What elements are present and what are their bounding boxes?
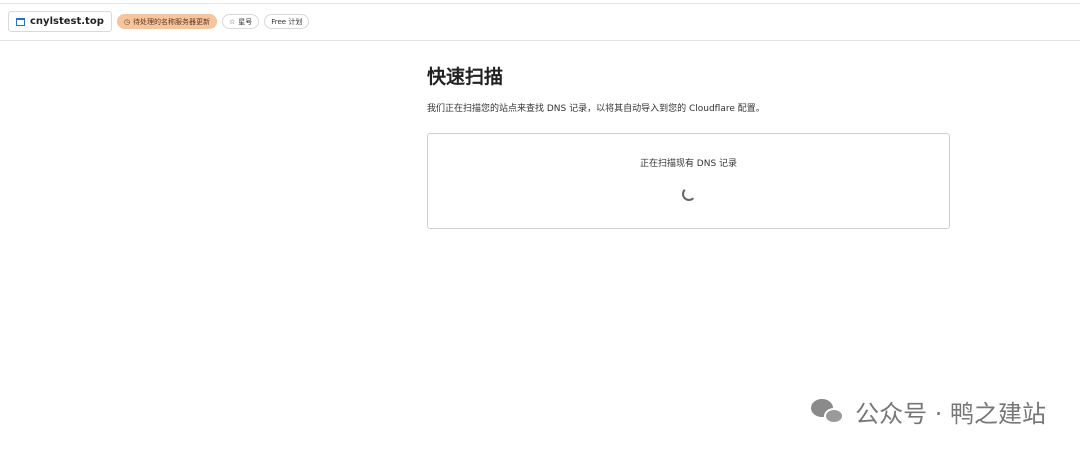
- page-title: 快速扫描: [427, 66, 504, 88]
- page-description: 我们正在扫描您的站点来查找 DNS 记录，以将其自动导入到您的 Cloudfla…: [427, 104, 765, 114]
- clock-icon: ◷: [123, 17, 130, 26]
- top-border: [0, 3, 1080, 4]
- watermark-text: 公众号 · 鸭之建站: [855, 400, 1046, 428]
- star-icon: ☆: [228, 17, 236, 26]
- star-label: 星号: [238, 17, 253, 26]
- domain-button[interactable]: cnylstest.top: [8, 11, 112, 32]
- quick-scan-section: 快速扫描 我们正在扫描您的站点来查找 DNS 记录，以将其自动导入到您的 Clo…: [427, 62, 950, 229]
- divider: [0, 40, 1080, 41]
- loading-spinner-icon: [681, 187, 696, 201]
- domain-name: cnylstest.top: [30, 16, 104, 27]
- status-badge-label: 待处理的名称服务器更新: [132, 17, 210, 26]
- scan-message: 正在扫描现有 DNS 记录: [639, 159, 738, 169]
- scan-card: 正在扫描现有 DNS 记录: [427, 133, 950, 229]
- wechat-icon: [811, 397, 847, 427]
- zone-header: cnylstest.top ◷ 待处理的名称服务器更新 ☆ 星号 Free 计划: [8, 11, 310, 32]
- status-badge[interactable]: ◷ 待处理的名称服务器更新: [116, 14, 217, 29]
- plan-label: Free 计划: [271, 17, 303, 26]
- window-icon: [16, 17, 25, 26]
- star-button[interactable]: ☆ 星号: [221, 14, 260, 29]
- watermark: 公众号 · 鸭之建站: [811, 394, 1046, 429]
- plan-badge[interactable]: Free 计划: [264, 14, 310, 29]
